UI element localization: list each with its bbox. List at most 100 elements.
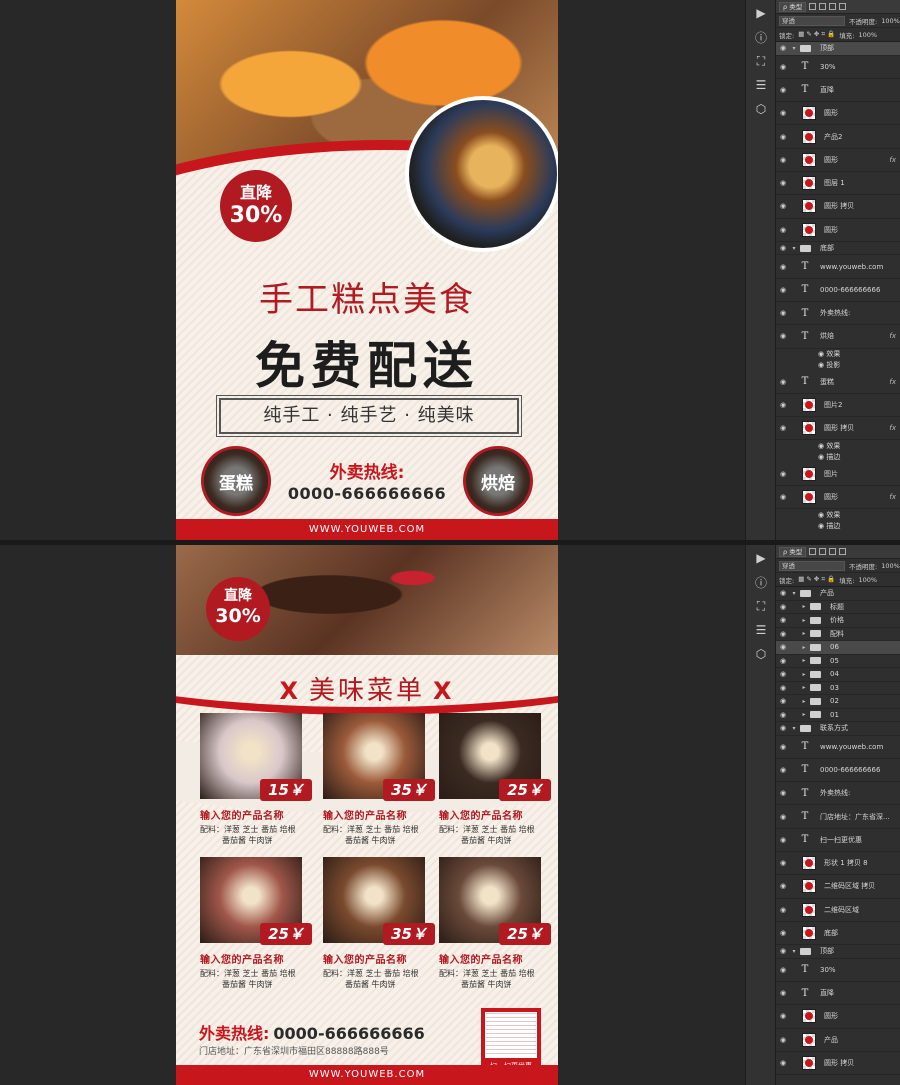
layer-row[interactable]: ◉ 效果 (776, 509, 900, 520)
layer-row[interactable]: ◉ 二维码区域 (776, 899, 900, 922)
visibility-eye-icon[interactable]: ◉ (776, 697, 790, 705)
product-card[interactable]: 25￥ 输入您的产品名称 配料：洋葱 芝士 番茄 培根 番茄酱 牛肉饼 (439, 857, 551, 990)
layer-row[interactable]: ◉ Twww.youweb.com (776, 736, 900, 759)
filter-shape-icon[interactable] (839, 3, 847, 10)
visibility-eye-icon[interactable]: ◉ (776, 589, 790, 597)
layer-row[interactable]: ◉ Twww.youweb.com (776, 255, 900, 279)
blend-mode-select[interactable]: 穿透 (779, 15, 845, 26)
layer-row[interactable]: ◉ ▸ 02 (776, 695, 900, 709)
visibility-eye-icon[interactable]: ◉ (776, 616, 790, 624)
visibility-eye-icon[interactable]: ◉ (776, 724, 790, 732)
effects-icon[interactable]: fx (889, 332, 896, 340)
visibility-eye-icon[interactable]: ◉ (776, 202, 790, 210)
expand-arrow-icon[interactable]: ▸ (800, 698, 808, 705)
layer-row[interactable]: ◉ T 外卖热线: (776, 782, 900, 806)
visibility-eye-icon[interactable]: ◉ (776, 156, 790, 164)
expand-arrow-icon[interactable]: ▸ (800, 671, 808, 678)
layer-row[interactable]: ◉ ▾ 顶部 (776, 945, 900, 959)
play-icon[interactable]: ▶ (746, 547, 776, 569)
visibility-eye-icon[interactable]: ◉ (776, 378, 790, 386)
play-icon[interactable]: ▶ (746, 2, 776, 24)
layer-row[interactable]: ◉ 圆形 (776, 219, 900, 242)
effects-icon[interactable]: fx (889, 424, 896, 432)
visibility-eye-icon[interactable]: ◉ (776, 643, 790, 651)
visibility-eye-icon[interactable]: ◉ (776, 44, 790, 52)
layer-row[interactable]: ◉ T 直降 (776, 79, 900, 103)
visibility-eye-icon[interactable]: ◉ (776, 226, 790, 234)
visibility-eye-icon[interactable]: ◉ (776, 684, 790, 692)
visibility-eye-icon[interactable]: ◉ (776, 947, 790, 955)
visibility-eye-icon[interactable]: ◉ (776, 109, 790, 117)
visibility-eye-icon[interactable]: ◉ (776, 603, 790, 611)
layer-row[interactable]: ◉ ▾ 底部 (776, 242, 900, 256)
visibility-eye-icon[interactable]: ◉ (776, 989, 790, 997)
character-icon[interactable]: ⛶ (746, 595, 776, 617)
layer-row[interactable]: ◉ 圆形 (776, 102, 900, 126)
visibility-eye-icon[interactable]: ◉ (776, 332, 790, 340)
effects-icon[interactable]: fx (889, 493, 896, 501)
visibility-eye-icon[interactable]: ◉ (776, 929, 790, 937)
visibility-eye-icon[interactable]: ◉ (776, 789, 790, 797)
layer-row[interactable]: ◉ ▸ 价格 (776, 614, 900, 628)
expand-arrow-icon[interactable]: ▾ (790, 725, 798, 732)
visibility-eye-icon[interactable]: ◉ (776, 1012, 790, 1020)
expand-arrow-icon[interactable]: ▸ (800, 711, 808, 718)
info-icon[interactable]: ⓘ (746, 571, 776, 593)
layer-row[interactable]: ◉ T 30% (776, 959, 900, 982)
layer-row[interactable]: ◉ ▸ 01 (776, 709, 900, 722)
visibility-eye-icon[interactable]: ◉ (776, 882, 790, 890)
visibility-eye-icon[interactable]: ◉ (776, 286, 790, 294)
expand-arrow-icon[interactable]: ▸ (800, 630, 808, 637)
layer-row[interactable]: ◉ 产品2 (776, 125, 900, 149)
visibility-eye-icon[interactable]: ◉ (776, 630, 790, 638)
character-icon[interactable]: ⛶ (746, 50, 776, 72)
adjust-icon[interactable]: ☰ (746, 619, 776, 641)
expand-arrow-icon[interactable]: ▾ (790, 245, 798, 252)
layer-row[interactable]: ◉ ▸ 标题 (776, 601, 900, 614)
filter-text-icon[interactable] (829, 548, 837, 555)
layer-row[interactable]: ◉ T 0000-666666666 (776, 279, 900, 302)
visibility-eye-icon[interactable]: ◉ (776, 657, 790, 665)
opacity-value[interactable]: 100% (881, 17, 900, 25)
filter-shape-icon[interactable] (839, 548, 847, 555)
layer-row[interactable]: ◉ 图片 (776, 462, 900, 486)
layer-row[interactable]: ◉ 效果 (776, 440, 900, 451)
expand-arrow-icon[interactable]: ▸ (800, 603, 808, 610)
layer-row[interactable]: ◉ 描边 (776, 520, 900, 531)
expand-arrow-icon[interactable]: ▸ (800, 657, 808, 664)
expand-arrow-icon[interactable]: ▾ (790, 590, 798, 597)
layer-row[interactable]: ◉ T 30% (776, 56, 900, 79)
visibility-eye-icon[interactable]: ◉ (776, 401, 790, 409)
product-card[interactable]: 15￥ 输入您的产品名称 配料：洋葱 芝士 番茄 培根 番茄酱 牛肉饼 (200, 713, 312, 846)
layer-row[interactable]: ◉ 图片2 (776, 394, 900, 418)
filter-pixel-icon[interactable] (809, 3, 817, 10)
layer-row[interactable]: ◉ T 烘焙 fx (776, 325, 900, 349)
visibility-eye-icon[interactable]: ◉ (776, 711, 790, 719)
layer-row[interactable]: ◉ 形状 1 拷贝 8 (776, 852, 900, 876)
lock-icons[interactable]: ▦ ✎ ✥ ⌗ 🔒 (798, 30, 835, 39)
lock-icons[interactable]: ▦ ✎ ✥ ⌗ 🔒 (798, 575, 835, 584)
layer-row[interactable]: ◉ T 外卖热线: (776, 302, 900, 326)
visibility-eye-icon[interactable]: ◉ (776, 179, 790, 187)
visibility-eye-icon[interactable]: ◉ (776, 836, 790, 844)
layer-row[interactable]: ◉ T 蛋糕 fx (776, 371, 900, 394)
kind-filter[interactable]: ρ 类型 (779, 1, 807, 12)
expand-arrow-icon[interactable]: ▸ (800, 644, 808, 651)
expand-arrow-icon[interactable]: ▸ (800, 684, 808, 691)
layer-row[interactable]: ◉ ▸ 04 (776, 668, 900, 682)
poster-bottom[interactable]: 直降 30% X 美味菜单 X 15￥ 输入您的产品名称 配料：洋葱 芝士 番茄 培根番… (176, 545, 558, 1085)
expand-arrow-icon[interactable]: ▸ (800, 617, 808, 624)
filter-pixel-icon[interactable] (809, 548, 817, 555)
visibility-eye-icon[interactable]: ◉ (776, 86, 790, 94)
layer-row[interactable]: ◉ T 扫一扫更优惠 (776, 829, 900, 852)
kind-filter[interactable]: ρ 类型 (779, 546, 807, 557)
layer-row[interactable]: ◉ 投影 (776, 360, 900, 371)
product-card[interactable]: 25￥ 输入您的产品名称 配料：洋葱 芝士 番茄 培根 番茄酱 牛肉饼 (439, 713, 551, 846)
visibility-eye-icon[interactable]: ◉ (776, 424, 790, 432)
visibility-eye-icon[interactable]: ◉ (776, 133, 790, 141)
poster-top[interactable]: 直降 30% 手工糕点美食 免费配送 纯手工 · 纯手艺 · 纯美味 蛋糕 烘焙… (176, 0, 558, 540)
layer-row[interactable]: ◉ 圆形 拷贝 fx (776, 417, 900, 441)
layer-row[interactable]: ◉ 圆形 (776, 1005, 900, 1029)
layer-row[interactable]: ◉ 产品 (776, 1029, 900, 1052)
blend-mode-select[interactable]: 穿透 (779, 560, 845, 571)
